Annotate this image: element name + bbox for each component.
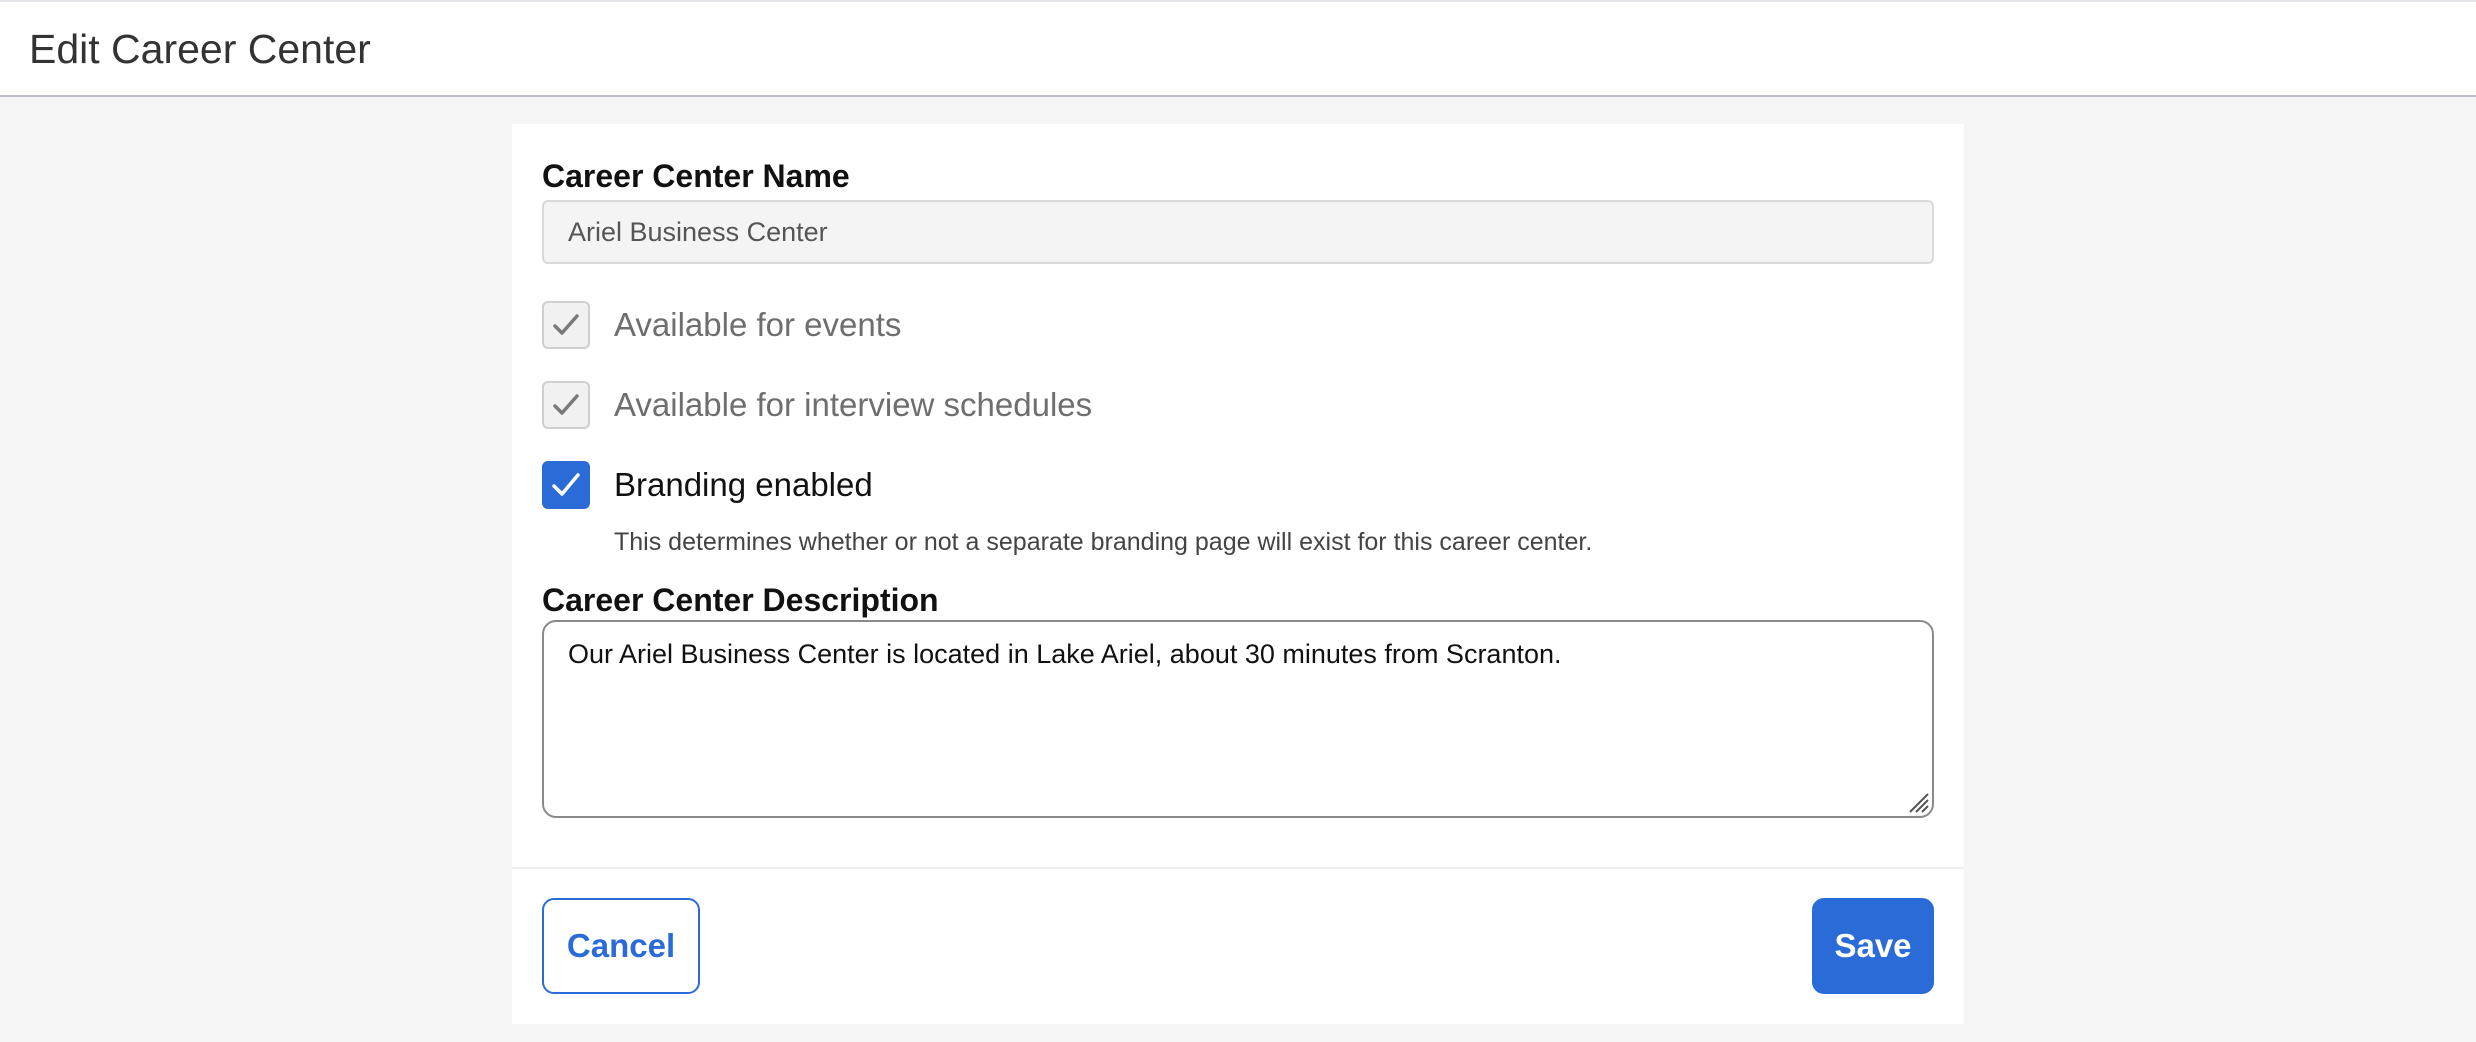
checkmark-icon bbox=[552, 473, 580, 496]
available-for-interview-schedules-checkbox-row[interactable]: Available for interview schedules bbox=[542, 380, 1092, 430]
branding-enabled-checkbox[interactable] bbox=[542, 461, 590, 509]
checkmark-icon bbox=[553, 394, 579, 415]
career-center-description-textarea[interactable]: Our Ariel Business Center is located in … bbox=[542, 620, 1934, 818]
career-center-name-input[interactable] bbox=[542, 200, 1934, 264]
checkmark-icon bbox=[553, 314, 579, 335]
footer-divider bbox=[512, 867, 1964, 869]
branding-enabled-label: Branding enabled bbox=[614, 466, 873, 503]
edit-form-card: Career Center Name Available for events … bbox=[512, 124, 1964, 1024]
available-for-interview-schedules-label: Available for interview schedules bbox=[614, 386, 1093, 423]
edit-career-center-page: Edit Career Center Career Center Name Av… bbox=[0, 0, 2476, 1042]
available-for-events-label: Available for events bbox=[614, 306, 902, 343]
career-center-description-label: Career Center Description bbox=[542, 582, 939, 618]
page-title: Edit Career Center bbox=[29, 26, 371, 72]
career-center-name-label: Career Center Name bbox=[542, 158, 850, 194]
save-button[interactable]: Save bbox=[1812, 898, 1934, 994]
branding-enabled-checkbox-row[interactable]: Branding enabled bbox=[542, 460, 873, 510]
available-for-interview-schedules-checkbox[interactable] bbox=[542, 381, 590, 429]
cancel-button[interactable]: Cancel bbox=[542, 898, 700, 994]
form-body: Career Center Name Available for events … bbox=[512, 124, 1964, 867]
page-header: Edit Career Center bbox=[0, 0, 2476, 97]
resize-grip-icon[interactable] bbox=[1904, 788, 1930, 814]
available-for-events-checkbox[interactable] bbox=[542, 301, 590, 349]
available-for-events-checkbox-row[interactable]: Available for events bbox=[542, 300, 901, 350]
branding-help-text: This determines whether or not a separat… bbox=[614, 528, 1593, 556]
description-field-wrapper: Our Ariel Business Center is located in … bbox=[542, 620, 1934, 818]
